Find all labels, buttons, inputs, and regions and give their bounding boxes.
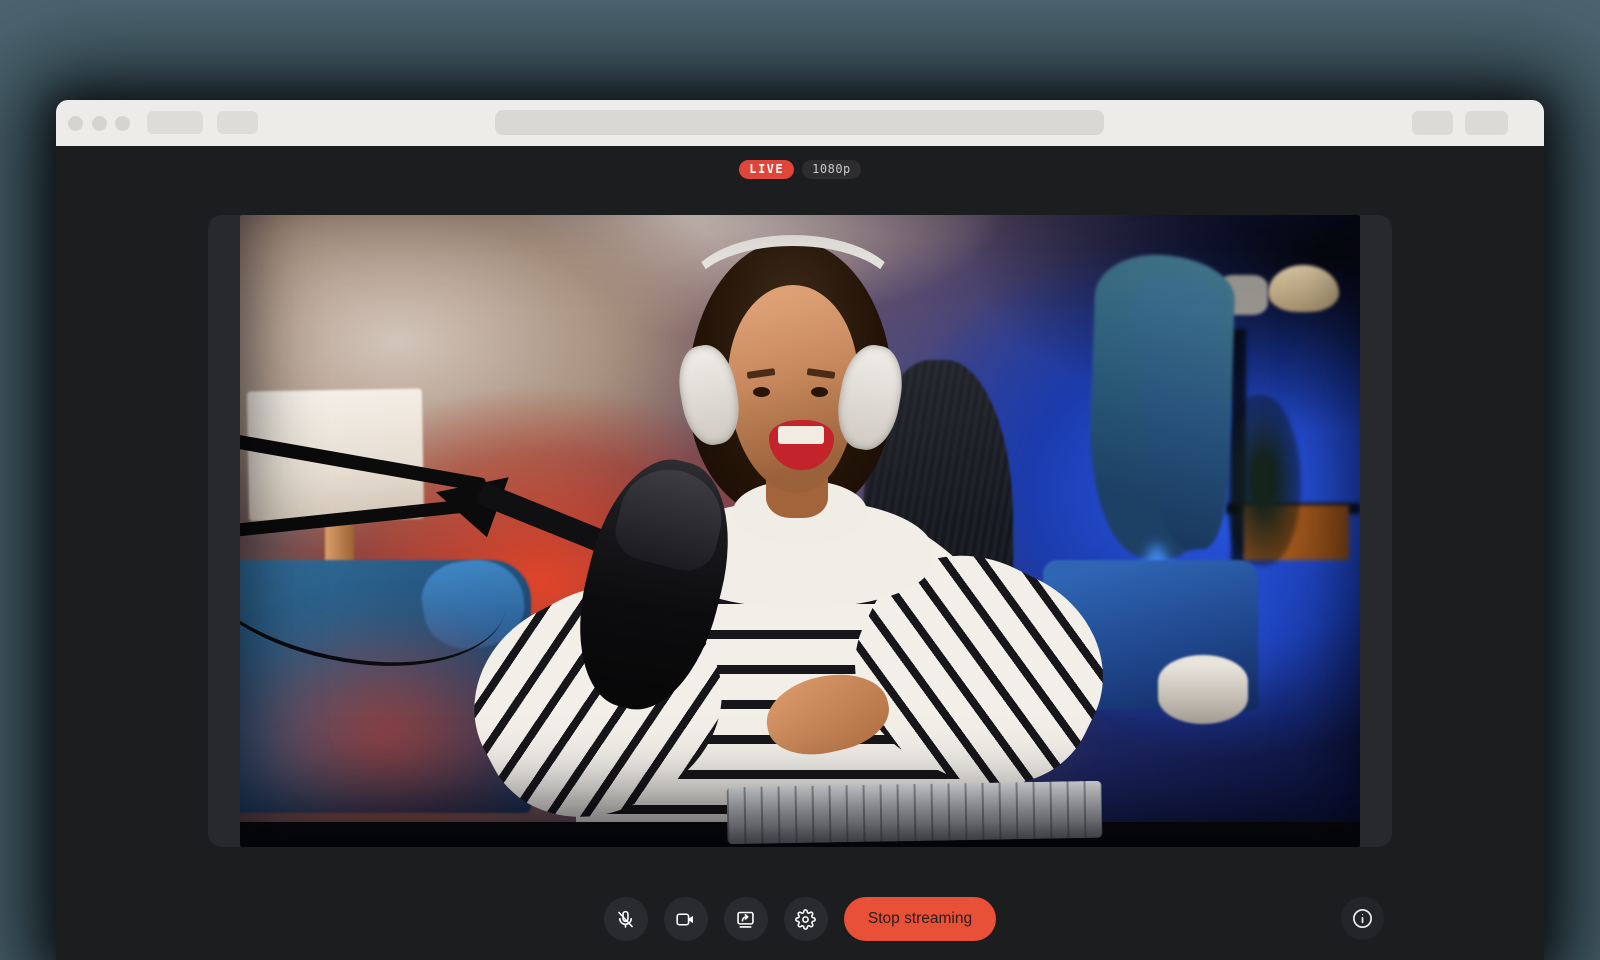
gear-icon [795, 909, 816, 930]
streamer-hair [688, 240, 893, 518]
red-light-glow [240, 607, 576, 847]
browser-window: LIVE 1080p [56, 100, 1544, 960]
headphones-band [684, 235, 903, 353]
address-bar[interactable] [495, 110, 1104, 135]
plant [1226, 395, 1301, 566]
sofa-right [1043, 560, 1258, 710]
headphone-earcup [832, 340, 910, 454]
condenser-microphone [559, 446, 751, 724]
streamer-arm [439, 549, 757, 847]
stream-status-row: LIVE 1080p [56, 160, 1544, 179]
keyboard [727, 781, 1103, 844]
mic-cable [240, 461, 523, 693]
hanging-shirt [1130, 269, 1239, 553]
lamp-tripod-leg [272, 601, 334, 758]
streamer-neck [766, 468, 828, 519]
boom-arm-link [476, 481, 609, 552]
sweater-collar-area [666, 499, 935, 606]
white-round-box [1158, 655, 1248, 725]
mic-boom-arm [240, 499, 475, 538]
teeth [778, 426, 823, 444]
hanging-jacket [1086, 252, 1237, 560]
mic-boom-arm [240, 432, 486, 492]
couch-pillow [416, 552, 531, 657]
browser-toolbar [56, 100, 1544, 146]
mute-microphone-button[interactable] [604, 897, 648, 941]
gaming-chair [863, 360, 1013, 714]
blue-lamp [1142, 544, 1171, 645]
headphone-earcup [673, 340, 745, 448]
live-badge: LIVE [739, 160, 794, 179]
smiling-mouth [769, 420, 834, 471]
blue-light-glow [1069, 544, 1338, 721]
info-icon [1351, 907, 1374, 930]
toolbar-button-placeholder[interactable] [1412, 111, 1453, 135]
traffic-light-zoom-button[interactable] [115, 116, 130, 131]
traffic-light-minimize-button[interactable] [92, 116, 107, 131]
stream-controls: Stop streaming [56, 897, 1544, 941]
tab-placeholder[interactable] [217, 111, 258, 134]
floor-lamp-pole [325, 515, 354, 635]
toolbar-button-placeholder[interactable] [1465, 111, 1508, 135]
desk [240, 822, 1360, 847]
info-button[interactable] [1341, 897, 1384, 940]
boom-arm-pivot [436, 477, 509, 537]
round-box [1268, 265, 1339, 312]
video-stage [208, 215, 1392, 847]
stop-streaming-button[interactable]: Stop streaming [844, 897, 996, 941]
video-camera-icon [675, 909, 696, 930]
eye [811, 387, 828, 397]
shelf [1231, 329, 1246, 708]
streamer-hand [760, 664, 896, 764]
couch-left [240, 560, 531, 813]
streamer-arm [821, 519, 1137, 820]
lamp-tripod-leg [335, 601, 392, 759]
quality-badge: 1080p [802, 160, 861, 179]
eyebrow [747, 368, 776, 379]
mic-off-icon [615, 909, 636, 930]
traffic-light-close-button[interactable] [68, 116, 83, 131]
shelf-board [1226, 503, 1360, 514]
share-screen-button[interactable] [724, 897, 768, 941]
striped-sweater [576, 499, 1024, 847]
eyebrow [806, 368, 835, 379]
eye [753, 387, 770, 397]
orange-box [1244, 505, 1349, 560]
camera-button[interactable] [664, 897, 708, 941]
settings-button[interactable] [784, 897, 828, 941]
sweater-collar [733, 480, 867, 543]
streamer-face [728, 285, 858, 494]
desktop-background: LIVE 1080p [0, 0, 1600, 960]
tab-placeholder[interactable] [147, 111, 203, 134]
microphone-grill [610, 460, 732, 578]
storage-box [1218, 275, 1268, 315]
floor-lamp-shade [247, 389, 424, 522]
streamer-video [240, 215, 1360, 847]
share-screen-icon [735, 909, 756, 930]
